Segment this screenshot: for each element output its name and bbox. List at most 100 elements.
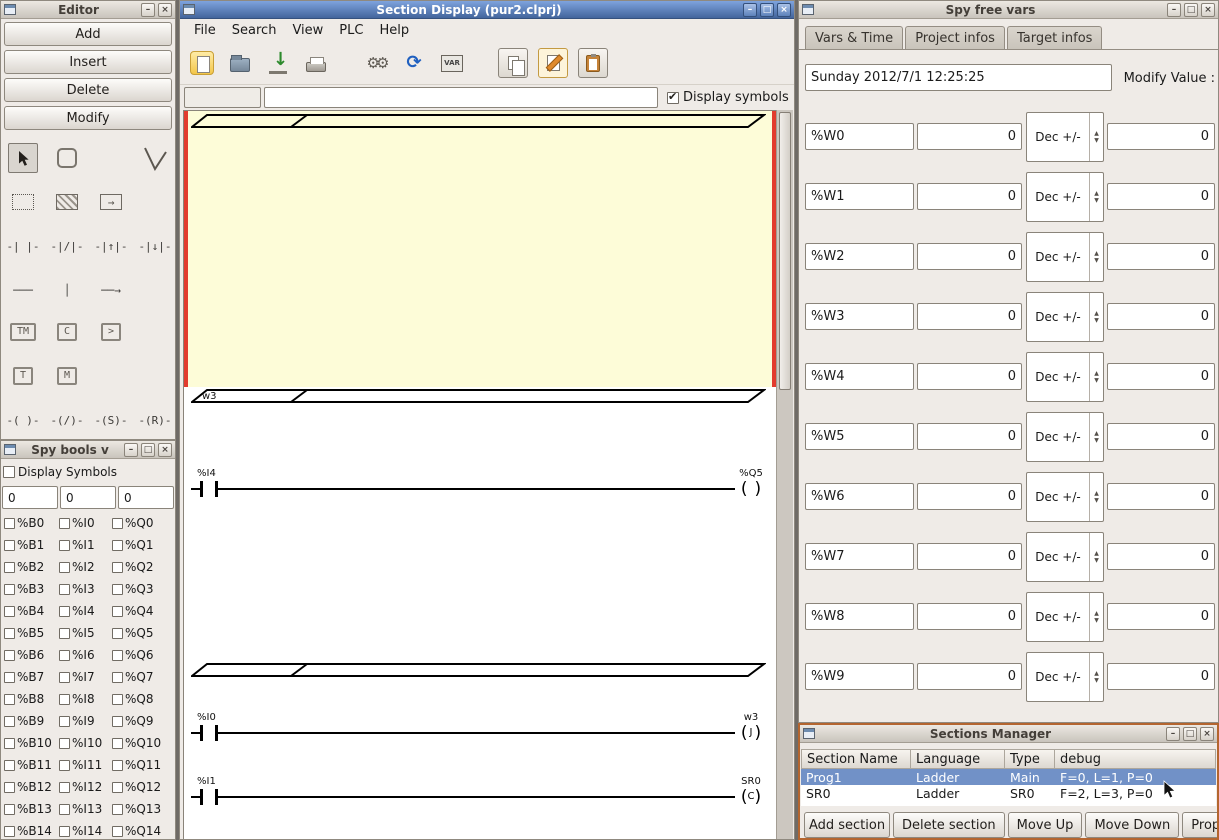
- bool-checkbox[interactable]: [4, 583, 15, 595]
- ladder-contact[interactable]: [200, 725, 218, 741]
- column-header[interactable]: Section Name: [801, 749, 911, 769]
- modify-value-entry[interactable]: 0: [1107, 603, 1215, 630]
- scrollbar-thumb[interactable]: [779, 112, 791, 390]
- modify-value-entry[interactable]: 0: [1107, 483, 1215, 510]
- editor-action-button[interactable]: Insert: [4, 50, 172, 74]
- modify-value-entry[interactable]: 0: [1107, 183, 1215, 210]
- bool-checkbox[interactable]: [59, 671, 70, 683]
- tab[interactable]: Project infos: [905, 26, 1005, 49]
- close-button[interactable]: [777, 2, 791, 17]
- spinner-arrows-icon[interactable]: [1089, 413, 1103, 461]
- filter-entry[interactable]: [264, 87, 658, 108]
- editor-action-button[interactable]: Delete: [4, 78, 172, 102]
- var-name-entry[interactable]: %W7: [805, 543, 914, 570]
- close-button[interactable]: [158, 2, 172, 17]
- bool-checkbox[interactable]: [59, 561, 70, 573]
- bool-checkbox[interactable]: [112, 759, 123, 771]
- coil-tool[interactable]: -( )-: [1, 405, 45, 435]
- move-block-tool[interactable]: →: [89, 187, 133, 217]
- bool-checkbox[interactable]: [4, 539, 15, 551]
- display-mode-combo[interactable]: Dec +/-: [1026, 472, 1104, 522]
- menu-item[interactable]: PLC: [331, 20, 371, 41]
- ladder-contact[interactable]: [200, 481, 218, 497]
- sections-manager-button[interactable]: Properties: [1182, 812, 1217, 838]
- contact-tool[interactable]: -| |-: [1, 231, 45, 261]
- var-value-entry[interactable]: 0: [917, 303, 1022, 330]
- spy-free-vars-titlebar[interactable]: Spy free vars: [799, 1, 1218, 19]
- bool-checkbox[interactable]: [59, 649, 70, 661]
- spinner-arrows-icon[interactable]: [1089, 593, 1103, 641]
- menu-item[interactable]: Search: [224, 20, 285, 41]
- spinner-arrows-icon[interactable]: [1089, 173, 1103, 221]
- var-value-entry[interactable]: 0: [917, 663, 1022, 690]
- display-mode-combo[interactable]: Dec +/-: [1026, 352, 1104, 402]
- modify-value-entry[interactable]: 0: [1107, 663, 1215, 690]
- preferences-gears-icon[interactable]: ⚙⚙: [362, 49, 390, 77]
- bool-checkbox[interactable]: [59, 627, 70, 639]
- ladder-contact[interactable]: [200, 789, 218, 805]
- sections-manager-button[interactable]: Move Up: [1007, 812, 1083, 838]
- wire-segment-tool[interactable]: │: [45, 275, 89, 305]
- bool-checkbox[interactable]: [112, 781, 123, 793]
- var-name-entry[interactable]: %W8: [805, 603, 914, 630]
- modify-value-entry[interactable]: 0: [1107, 303, 1215, 330]
- bool-checkbox[interactable]: [59, 737, 70, 749]
- minimize-button[interactable]: [1167, 2, 1181, 17]
- copy-block-tool[interactable]: [45, 187, 89, 217]
- bool-checkbox[interactable]: [112, 693, 123, 705]
- bool-checkbox[interactable]: [112, 825, 123, 837]
- section-row[interactable]: Prog1 Ladder Main F=0, L=1, P=0: [801, 769, 1216, 785]
- wire-draw-tool[interactable]: [133, 143, 175, 173]
- column-header[interactable]: debug: [1055, 749, 1216, 769]
- tab[interactable]: Target infos: [1006, 26, 1103, 49]
- display-mode-combo[interactable]: Dec +/-: [1026, 232, 1104, 282]
- pointer-tool[interactable]: [1, 143, 45, 173]
- bool-checkbox[interactable]: [112, 671, 123, 683]
- bool-offset-entry[interactable]: 0: [2, 486, 58, 509]
- bool-checkbox[interactable]: [112, 803, 123, 815]
- bool-checkbox[interactable]: [59, 715, 70, 727]
- spinner-arrows-icon[interactable]: [1089, 113, 1103, 161]
- wire-segment-tool[interactable]: ──→: [89, 275, 133, 305]
- ladder-jump-coil[interactable]: J: [735, 723, 767, 743]
- bool-checkbox[interactable]: [4, 649, 15, 661]
- bool-checkbox[interactable]: [59, 759, 70, 771]
- bool-checkbox[interactable]: [59, 803, 70, 815]
- function-block-tool[interactable]: T: [12, 367, 34, 385]
- save-icon[interactable]: [264, 49, 292, 77]
- display-mode-combo[interactable]: Dec +/-: [1026, 532, 1104, 582]
- vertical-scrollbar[interactable]: [776, 110, 793, 839]
- bool-checkbox[interactable]: [112, 539, 123, 551]
- spinner-arrows-icon[interactable]: [1089, 473, 1103, 521]
- modify-value-entry[interactable]: 0: [1107, 123, 1215, 150]
- display-mode-combo[interactable]: Dec +/-: [1026, 412, 1104, 462]
- ladder-call-coil[interactable]: C: [735, 787, 767, 807]
- sections-manager-button[interactable]: Add section: [804, 812, 890, 838]
- contact-tool[interactable]: -|↑|-: [89, 231, 133, 261]
- spinner-arrows-icon[interactable]: [1089, 233, 1103, 281]
- display-mode-combo[interactable]: Dec +/-: [1026, 112, 1104, 162]
- spinner-arrows-icon[interactable]: [1089, 653, 1103, 701]
- bool-offset-entry[interactable]: 0: [118, 486, 174, 509]
- paste-mode-toggle[interactable]: [578, 48, 608, 78]
- var-name-entry[interactable]: %W0: [805, 123, 914, 150]
- function-block-tool[interactable]: M: [56, 367, 78, 385]
- vars-icon[interactable]: [438, 49, 466, 77]
- close-button[interactable]: [158, 442, 172, 457]
- refresh-icon[interactable]: ⟳: [400, 49, 428, 77]
- menu-item[interactable]: View: [284, 20, 331, 41]
- section-display-titlebar[interactable]: Section Display (pur2.clprj): [180, 1, 794, 19]
- minimize-button[interactable]: [124, 442, 138, 457]
- var-value-entry[interactable]: 0: [917, 243, 1022, 270]
- select-block-tool[interactable]: [1, 187, 45, 217]
- editor-titlebar[interactable]: Editor: [1, 1, 175, 19]
- bool-checkbox[interactable]: [112, 561, 123, 573]
- bool-checkbox[interactable]: [59, 517, 70, 529]
- edit-mode-toggle[interactable]: [538, 48, 568, 78]
- minimize-button[interactable]: [141, 2, 155, 17]
- contact-tool[interactable]: -|↓|-: [133, 231, 175, 261]
- function-block-tool[interactable]: TM: [9, 323, 37, 341]
- var-value-entry[interactable]: 0: [917, 363, 1022, 390]
- var-value-entry[interactable]: 0: [917, 543, 1022, 570]
- bool-checkbox[interactable]: [4, 715, 15, 727]
